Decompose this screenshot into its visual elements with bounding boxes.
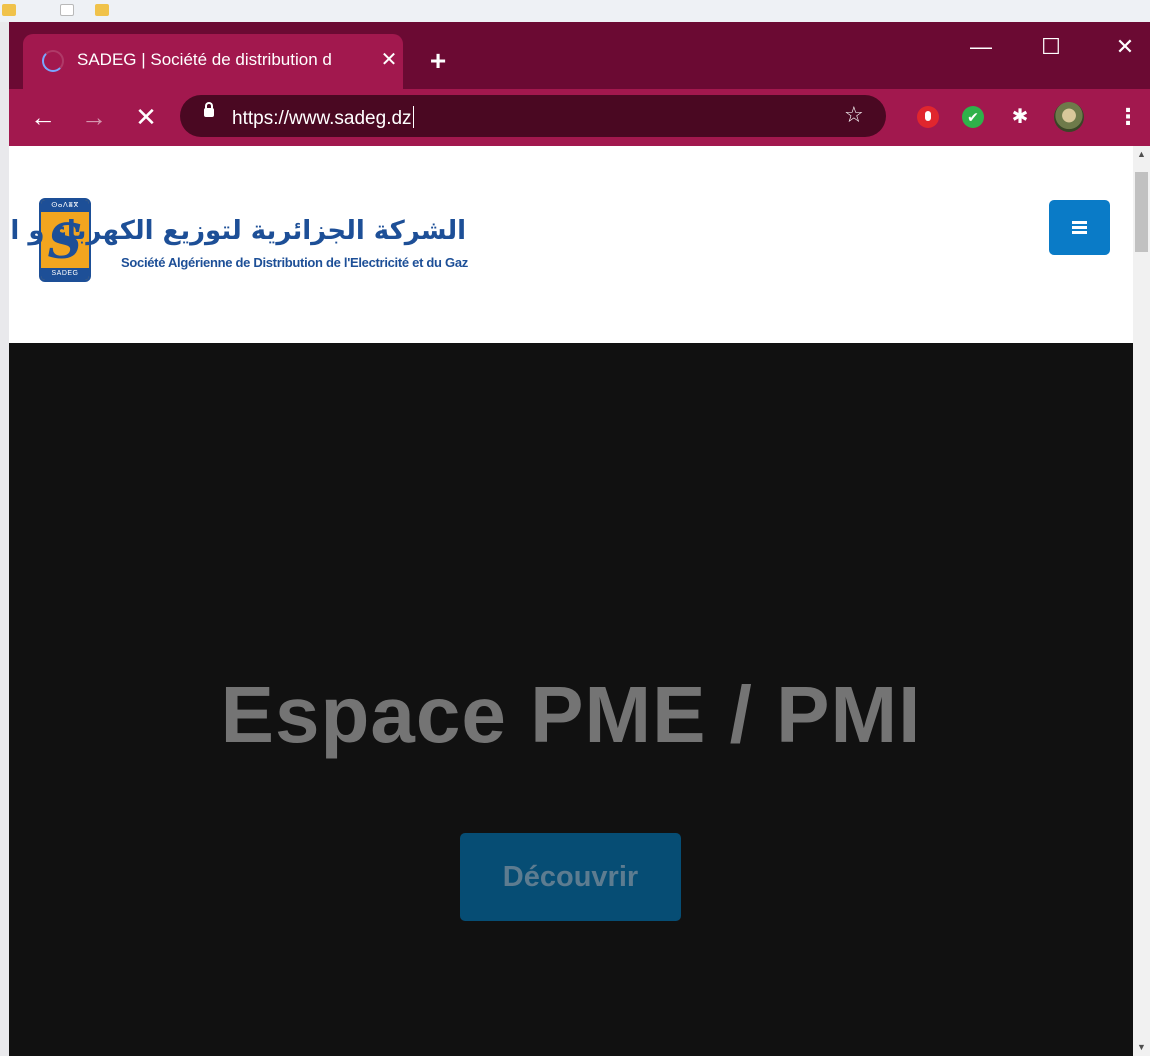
discover-button[interactable]: Découvrir [460,833,681,921]
profile-avatar[interactable] [1054,102,1084,132]
hero-banner: Espace PME / PMI Découvrir [9,343,1133,1056]
scroll-up-icon[interactable]: ▲ [1133,146,1150,163]
browser-window: SADEG | Société de distribution d ✕ + — … [9,22,1150,1056]
url-text[interactable]: https://www.sadeg.dz [232,106,414,130]
logo-band-bottom: SADEG [41,268,89,280]
site-header: ⵙⴰⴷⴻⴳ S SADEG الشركة الجزائرية لتوزيع ال… [9,146,1133,343]
hamburger-menu-button[interactable] [1049,200,1110,255]
hero-title: Espace PME / PMI [220,670,922,759]
scroll-down-icon[interactable]: ▼ [1133,1039,1150,1056]
hamburger-line [1072,226,1087,229]
vertical-scrollbar[interactable]: ▲ ▼ [1133,146,1150,1056]
brand-name-arabic[interactable]: الشركة الجزائرية لتوزيع الكهرباء و الغاز [9,216,466,246]
back-button[interactable]: ← [28,102,58,132]
hamburger-line [1072,221,1087,224]
tab-strip: SADEG | Société de distribution d ✕ + — … [9,22,1150,89]
file-icon [60,4,74,16]
browser-toolbar: ← → ✕ https://www.sadeg.dz ☆ ✔ ✱ ⋮ [9,89,1150,146]
brand-name-french[interactable]: Société Algérienne de Distribution de l'… [121,255,468,270]
desktop-taskbar-strip [0,0,1150,22]
page-viewport: ⵙⴰⴷⴻⴳ S SADEG الشركة الجزائرية لتوزيع ال… [9,146,1133,1056]
window-close-button[interactable]: ✕ [1105,32,1145,62]
new-tab-button[interactable]: + [423,46,453,76]
forward-button[interactable]: → [79,102,109,132]
bookmark-star-icon[interactable]: ☆ [844,103,864,127]
maximize-button[interactable]: ☐ [1031,32,1071,62]
scrollbar-thumb[interactable] [1135,172,1148,252]
minimize-button[interactable]: — [961,32,1001,62]
stop-loading-button[interactable]: ✕ [131,102,161,132]
loading-spinner-icon [42,50,64,72]
hamburger-line [1072,231,1087,234]
folder-icon [95,4,109,16]
address-bar[interactable]: https://www.sadeg.dz ☆ [180,95,886,137]
check-extension-icon[interactable]: ✔ [962,106,984,128]
folder-icon [2,4,16,16]
adblock-extension-icon[interactable] [917,106,939,128]
tab-sadeg[interactable]: SADEG | Société de distribution d ✕ [23,34,403,89]
desktop-edge [0,22,9,1056]
tab-title: SADEG | Société de distribution d [77,50,332,69]
browser-menu-button[interactable]: ⋮ [1117,102,1139,132]
text-caret [412,106,414,128]
lock-icon [204,102,214,117]
tab-close-icon[interactable]: ✕ [377,48,401,72]
extensions-puzzle-icon[interactable]: ✱ [1009,106,1031,128]
logo-band-top: ⵙⴰⴷⴻⴳ [41,200,89,212]
